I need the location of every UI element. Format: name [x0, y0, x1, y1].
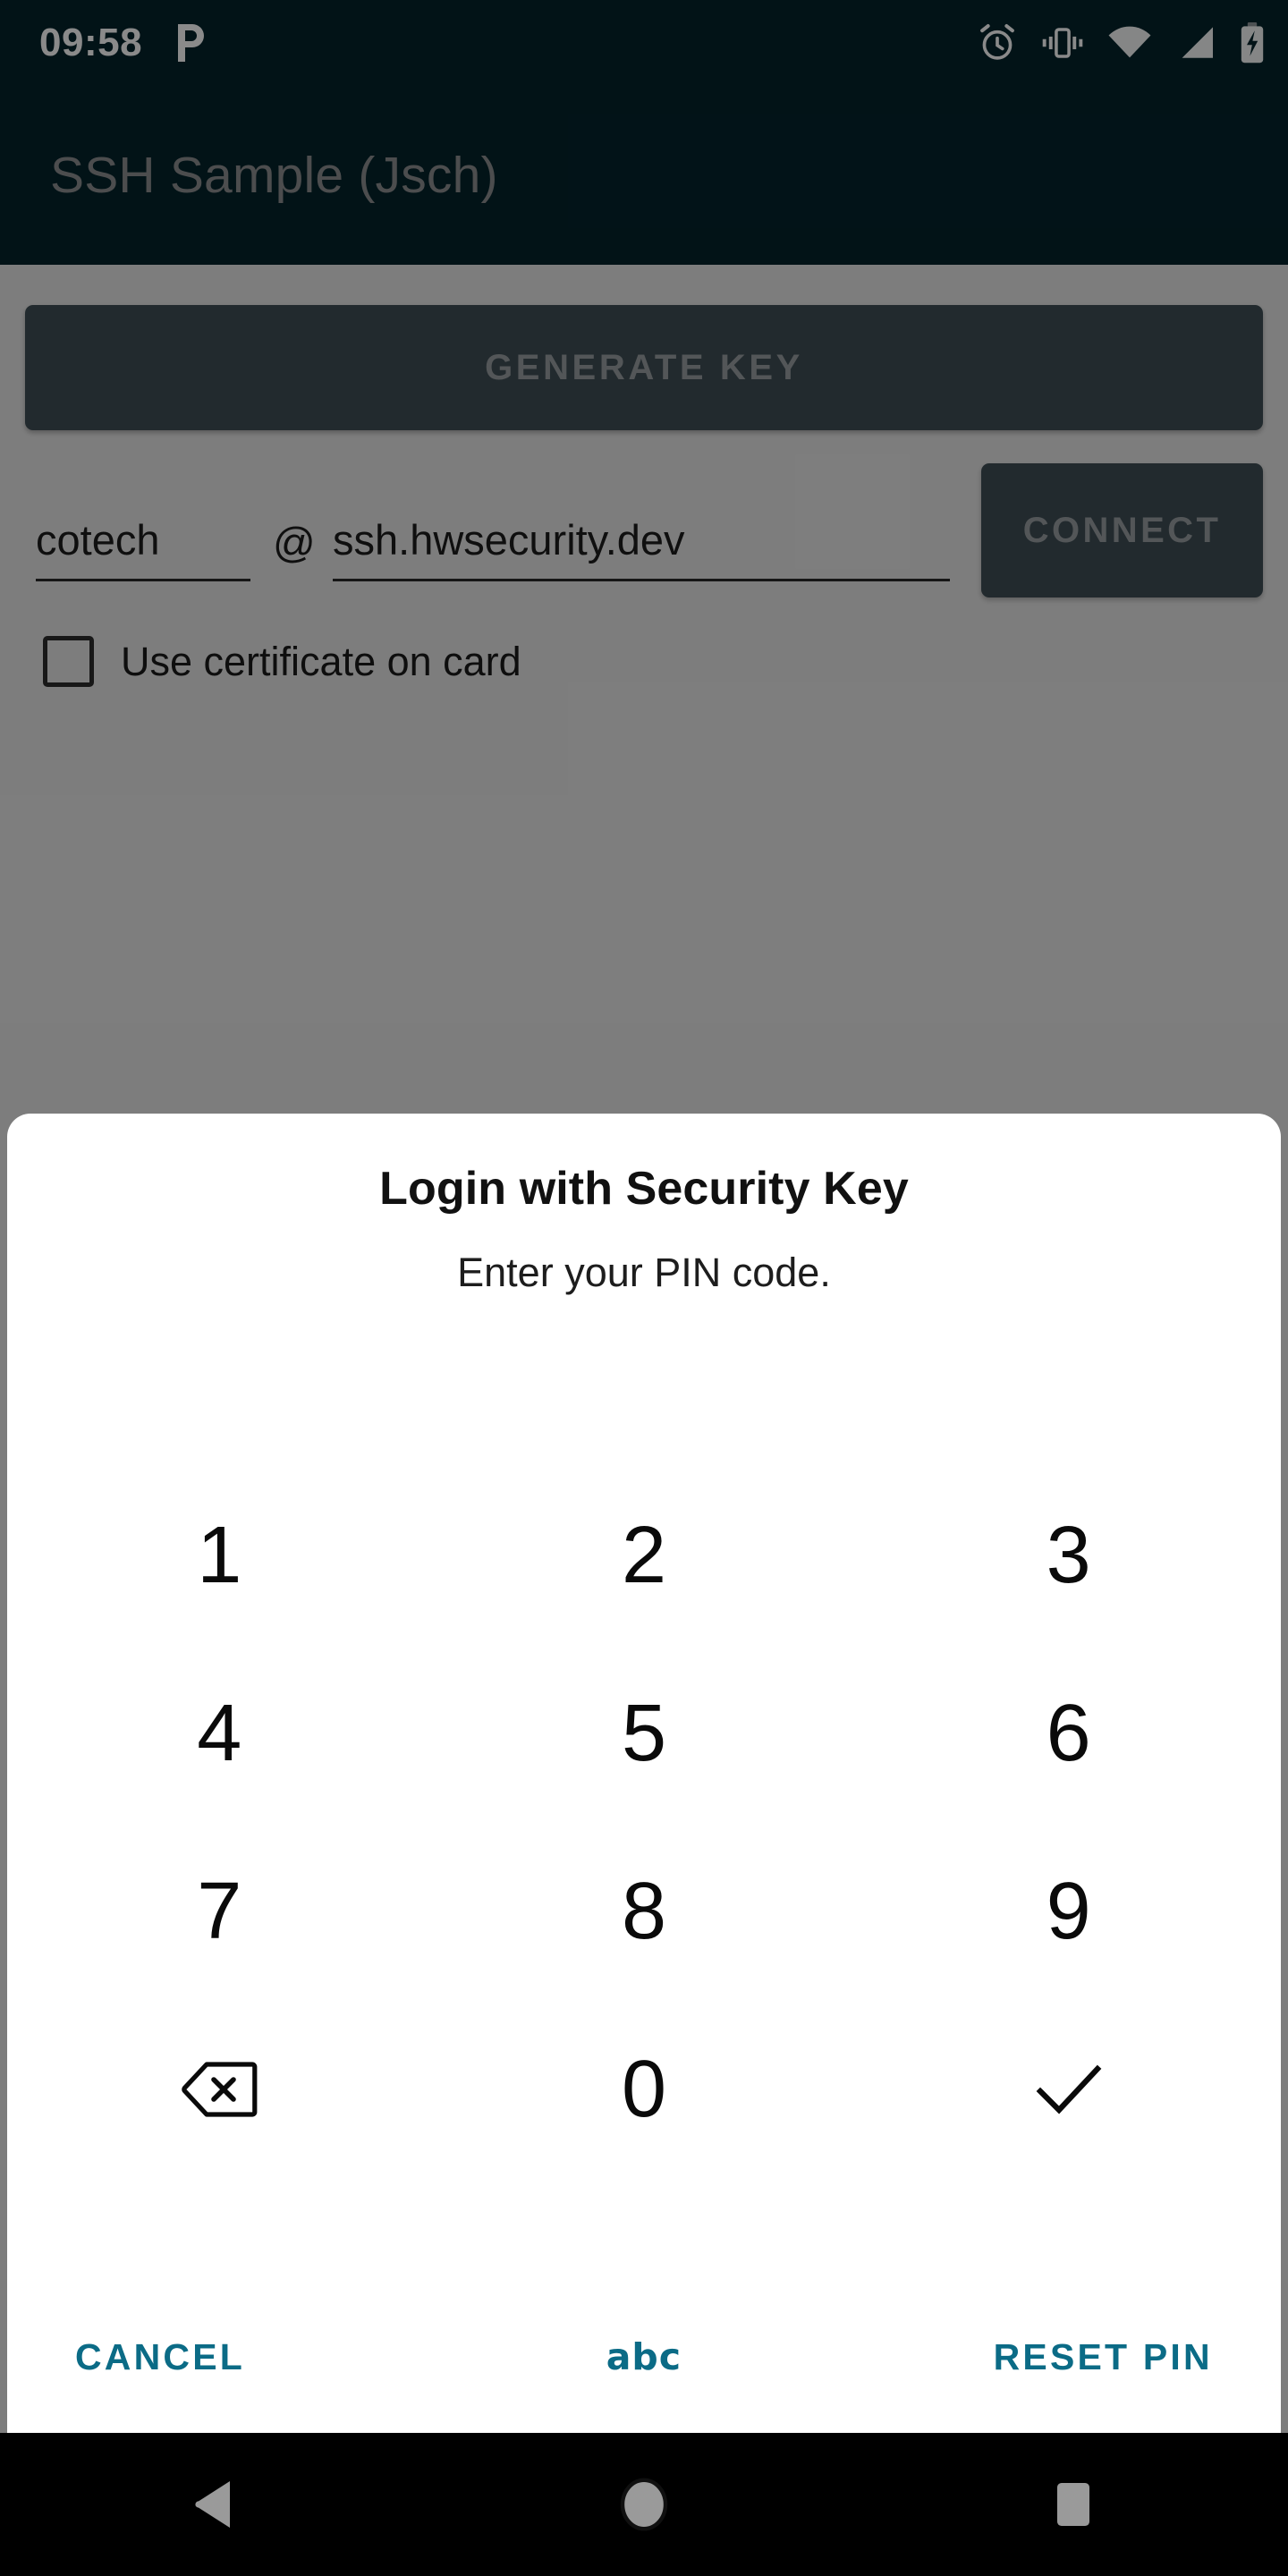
pin-keypad: 1 2 3 4 5 6 7 8 9 0 — [7, 1467, 1281, 2178]
cancel-button[interactable]: CANCEL — [7, 2281, 432, 2433]
nav-home-button[interactable] — [429, 2477, 859, 2532]
nav-back-button[interactable] — [0, 2478, 429, 2531]
keypad-key-2[interactable]: 2 — [432, 1467, 857, 1645]
keypad-key-5[interactable]: 5 — [432, 1645, 857, 1823]
keypad-key-confirm[interactable] — [856, 2000, 1281, 2178]
dialog-subtitle: Enter your PIN code. — [457, 1250, 831, 1295]
keypad-key-3[interactable]: 3 — [856, 1467, 1281, 1645]
dialog-title: Login with Security Key — [379, 1163, 909, 1215]
reset-pin-label: RESET PIN — [993, 2335, 1213, 2377]
keypad-label: 1 — [197, 1511, 242, 1601]
home-circle-icon — [617, 2477, 671, 2532]
keyboard-toggle-label: abc — [606, 2335, 682, 2378]
keypad-key-0[interactable]: 0 — [432, 2000, 857, 2178]
keypad-label: 3 — [1046, 1511, 1091, 1601]
keyboard-toggle-button[interactable]: abc — [432, 2281, 857, 2433]
checkmark-icon — [1035, 2062, 1103, 2117]
keypad-label: 4 — [197, 1689, 242, 1779]
keypad-key-6[interactable]: 6 — [856, 1645, 1281, 1823]
back-triangle-icon — [191, 2478, 239, 2531]
android-navigation-bar — [0, 2433, 1288, 2576]
keypad-key-9[interactable]: 9 — [856, 1823, 1281, 2001]
keypad-key-1[interactable]: 1 — [7, 1467, 432, 1645]
cancel-label: CANCEL — [75, 2335, 246, 2377]
recents-square-icon — [1054, 2479, 1093, 2529]
backspace-icon — [181, 2061, 258, 2118]
keypad-key-4[interactable]: 4 — [7, 1645, 432, 1823]
keypad-label: 2 — [621, 1511, 667, 1601]
keypad-label: 6 — [1046, 1689, 1091, 1779]
dialog-actions: CANCEL abc RESET PIN — [7, 2281, 1281, 2433]
pin-dialog: Login with Security Key Enter your PIN c… — [7, 1114, 1281, 2433]
keypad-key-8[interactable]: 8 — [432, 1823, 857, 2001]
keypad-key-backspace[interactable] — [7, 2000, 432, 2178]
keypad-key-7[interactable]: 7 — [7, 1823, 432, 2001]
keypad-label: 7 — [197, 1866, 242, 1956]
keypad-label: 9 — [1046, 1866, 1091, 1956]
keypad-label: 8 — [621, 1866, 667, 1956]
reset-pin-button[interactable]: RESET PIN — [856, 2281, 1281, 2433]
nav-recents-button[interactable] — [859, 2479, 1288, 2529]
keypad-label: 0 — [621, 2044, 667, 2134]
keypad-label: 5 — [621, 1689, 667, 1779]
